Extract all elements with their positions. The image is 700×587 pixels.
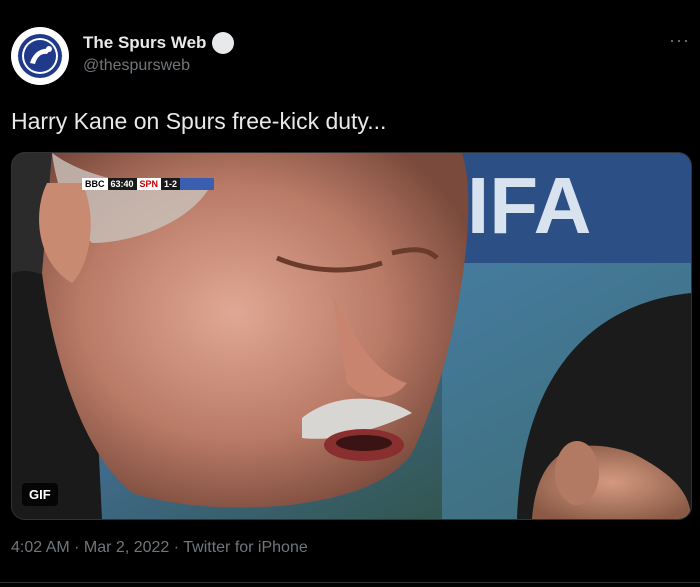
display-name-row[interactable]: The Spurs Web (83, 32, 235, 54)
scorebug: BBC 63:40 SPN 1-2 (82, 178, 215, 190)
scorebug-clock: 63:40 (107, 178, 137, 190)
tweet-media-gif[interactable]: IFA BBC 63:40 SPN 1-2 GIF (11, 152, 692, 520)
tweet-metadata: 4:02 AM · Mar 2, 2022 · Twitter for iPho… (11, 539, 308, 557)
gif-frame-image: IFA (12, 153, 691, 519)
verified-badge-icon (212, 32, 235, 54)
tweet-text: Harry Kane on Spurs free-kick duty... (11, 108, 387, 134)
scorebug-score: 1-2 (161, 178, 181, 190)
scorebug-team: SPN (136, 178, 162, 190)
scorebug-channel: BBC (82, 178, 108, 190)
display-name[interactable]: The Spurs Web (83, 33, 206, 53)
handle[interactable]: @thespursweb (83, 57, 190, 75)
gif-badge: GIF (22, 483, 58, 506)
more-options-icon[interactable]: ··· (669, 30, 690, 51)
spurs-web-logo (12, 28, 68, 84)
banner-text: IFA (467, 161, 591, 250)
scorebug-flag (180, 178, 215, 190)
tweet-source[interactable]: Twitter for iPhone (183, 539, 308, 556)
divider (0, 582, 700, 583)
avatar[interactable] (11, 27, 69, 85)
meta-separator: · (169, 539, 184, 556)
tweet-date[interactable]: Mar 2, 2022 (84, 539, 169, 556)
meta-separator: · (69, 539, 84, 556)
tweet-time[interactable]: 4:02 AM (11, 539, 70, 556)
